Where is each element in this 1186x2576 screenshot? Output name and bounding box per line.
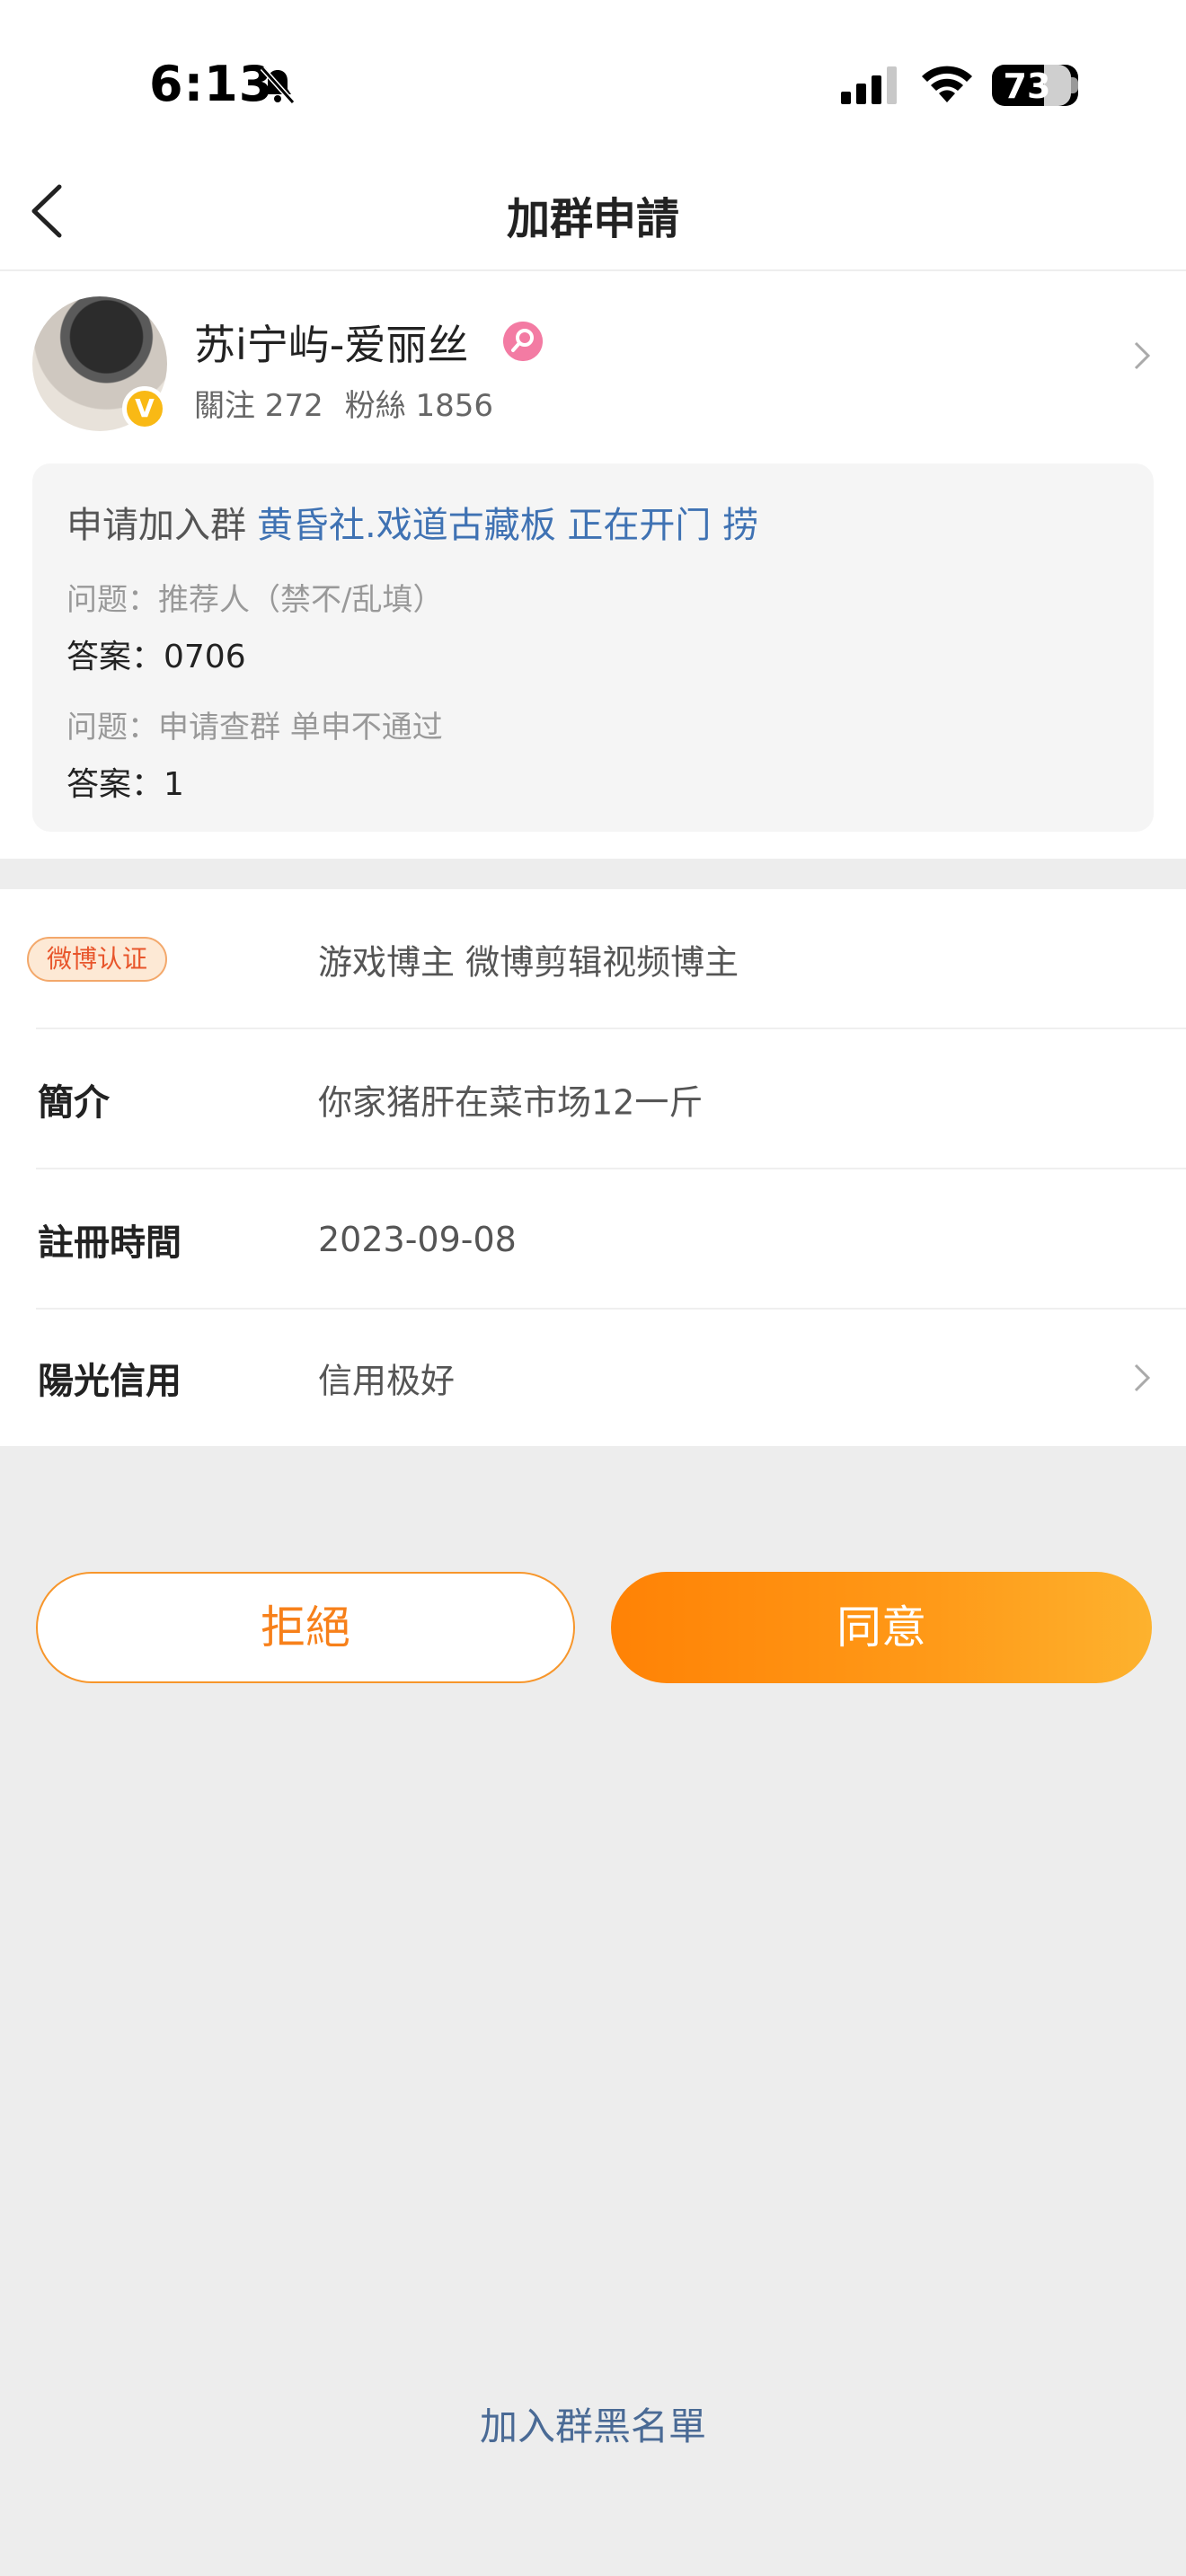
chevron-right-icon[interactable] [1130,1360,1154,1396]
credit-value: 信用极好 [318,1361,456,1401]
following-count[interactable]: 關注 272 [194,388,323,424]
answer-2: 答案：1 [66,766,184,803]
battery-level: 73 [1003,66,1051,106]
info-row-register-time: 註冊時間 2023-09-08 [0,1169,1186,1310]
nav-divider [0,269,1186,271]
accept-button[interactable]: 同意 [611,1572,1152,1683]
info-row-bio: 簡介 你家猪肝在菜市场12一斤 [0,1029,1186,1169]
answer-1: 答案：0706 [66,639,246,675]
certification-badge: 微博认证 [27,937,168,982]
apply-line: 申请加入群 黄昏社.戏道古藏板 正在开门 捞 [66,496,758,548]
credit-label: 陽光信用 [38,1361,181,1402]
status-time: 6:13 [149,56,274,112]
certification-value: 游戏博主 微博剪辑视频博主 [318,942,739,983]
apply-prefix: 申请加入群 [66,505,246,546]
add-to-blacklist-link[interactable]: 加入群黑名單 [0,2396,1186,2451]
battery-cap [1071,77,1078,93]
bio-value: 你家猪肝在菜市场12一斤 [318,1082,704,1123]
bio-label: 簡介 [38,1082,110,1124]
register-label: 註冊時間 [38,1222,181,1264]
question-1: 问题：推荐人（禁不/乱填） [66,582,444,618]
wifi-icon [922,66,972,102]
info-row-certification: 微博认证 游戏博主 微博剪辑视频博主 [0,889,1186,1029]
application-card: 申请加入群 黄昏社.戏道古藏板 正在开门 捞 问题：推荐人（禁不/乱填） 答案：0… [32,463,1154,832]
group-name-link[interactable]: 黄昏社.戏道古藏板 正在开门 捞 [257,505,758,546]
user-stats: 關注 272 粉絲 1856 [194,381,493,425]
verified-badge-icon: V [122,386,167,431]
page-title: 加群申請 [506,194,679,244]
question-2: 问题：申请查群 单申不通过 [66,710,443,745]
reject-button[interactable]: 拒絕 [36,1572,575,1683]
register-value: 2023-09-08 [318,1220,517,1259]
user-name[interactable]: 苏i宁屿-爱丽丝 [194,313,468,372]
vip-badge-icon [503,322,543,361]
followers-count[interactable]: 粉絲 1856 [345,388,493,424]
cellular-signal-icon [841,66,897,104]
info-row-credit[interactable]: 陽光信用 信用极好 [0,1308,1186,1448]
bell-muted-icon [260,66,296,105]
chevron-right-icon[interactable] [1130,338,1154,374]
section-separator [0,859,1186,889]
